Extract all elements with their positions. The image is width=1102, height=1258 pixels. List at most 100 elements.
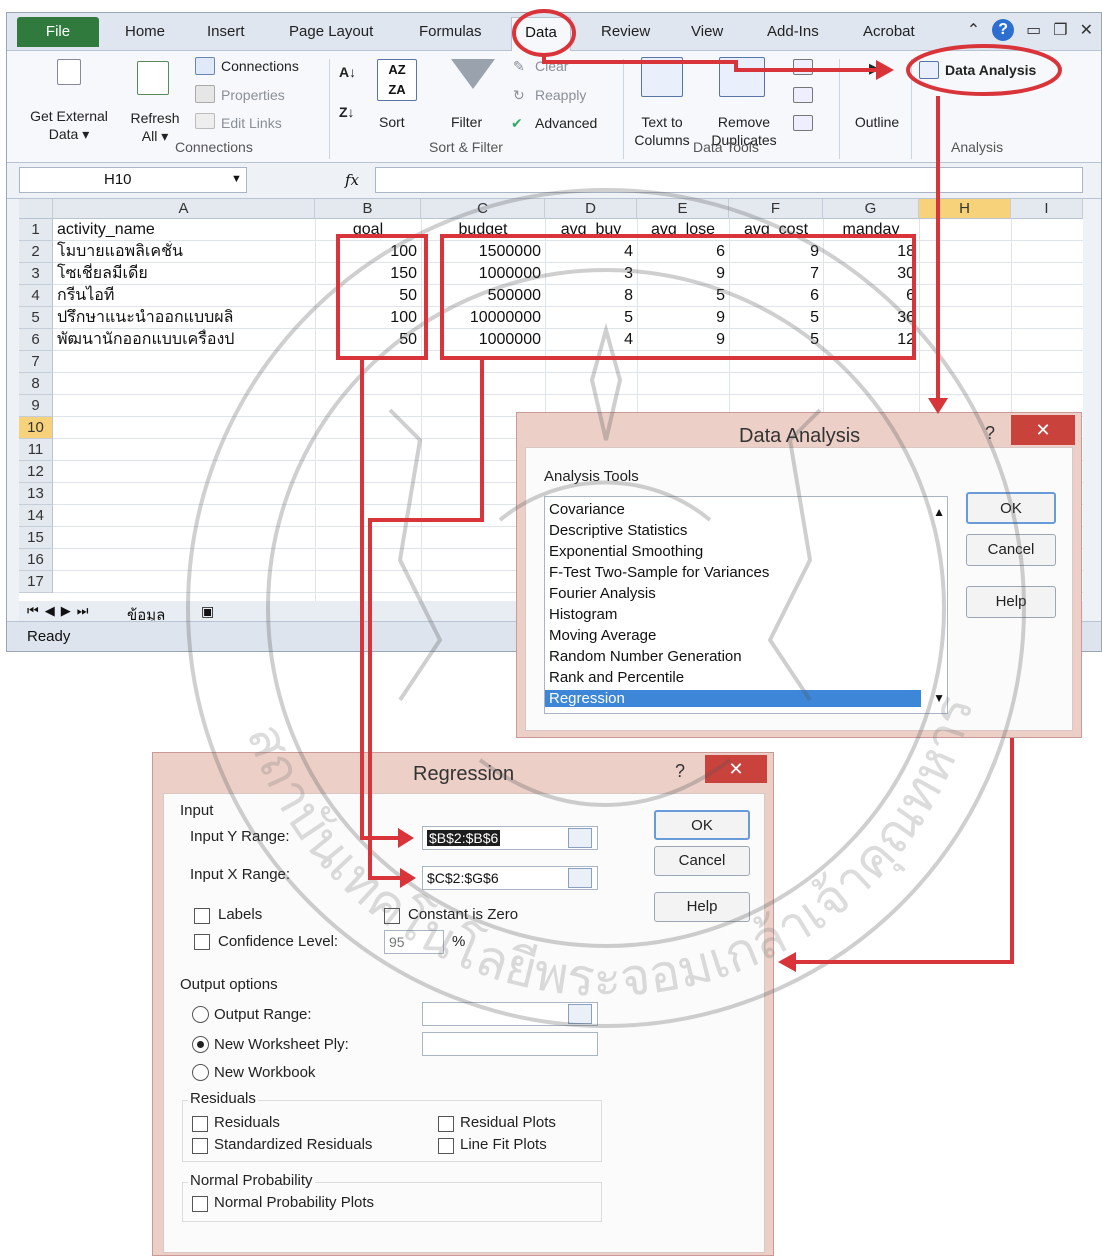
table-cell[interactable]: 4 <box>549 241 633 263</box>
tab-add-ins[interactable]: Add-Ins <box>767 23 819 40</box>
filter-button[interactable]: Filter <box>451 113 482 131</box>
table-cell[interactable]: 1500000 <box>425 241 541 263</box>
column-header[interactable]: F <box>729 199 823 219</box>
column-header[interactable]: B <box>315 199 421 219</box>
table-cell[interactable]: 8 <box>549 285 633 307</box>
row-header[interactable]: 17 <box>19 571 53 593</box>
column-header[interactable]: D <box>545 199 637 219</box>
table-cell[interactable]: 1000000 <box>425 329 541 351</box>
row-header[interactable]: 13 <box>19 483 53 505</box>
table-cell[interactable]: 5 <box>549 307 633 329</box>
what-if-analysis-icon[interactable] <box>793 115 813 131</box>
table-cell[interactable]: avg_lose <box>641 219 725 241</box>
row-header[interactable]: 15 <box>19 527 53 549</box>
table-cell[interactable]: avg_buy <box>549 219 633 241</box>
close-icon[interactable]: ✕ <box>705 755 767 783</box>
table-cell[interactable]: 5 <box>733 307 819 329</box>
range-picker-icon[interactable] <box>568 828 592 848</box>
column-header[interactable]: I <box>1011 199 1083 219</box>
analysis-tool-item[interactable]: F-Test Two-Sample for Variances <box>549 564 769 581</box>
insert-sheet-icon[interactable]: ▣ <box>201 603 214 620</box>
table-cell[interactable]: 6 <box>733 285 819 307</box>
row-header[interactable]: 10 <box>19 417 53 439</box>
help-icon[interactable]: ? <box>675 761 685 782</box>
reapply-button[interactable]: Reapply <box>535 86 586 104</box>
cancel-button[interactable]: Cancel <box>654 846 750 876</box>
column-header[interactable]: C <box>421 199 545 219</box>
row-header[interactable]: 12 <box>19 461 53 483</box>
ribbon-minimize-icon[interactable]: ⌃ <box>967 20 980 40</box>
help-button[interactable]: Help <box>654 892 750 922</box>
table-cell[interactable]: พัฒนานักออกแบบเครื่องป <box>57 329 311 351</box>
name-box-dropdown-icon[interactable]: ▼ <box>231 173 242 185</box>
table-cell[interactable]: 9 <box>733 241 819 263</box>
properties-button[interactable]: Properties <box>221 86 285 104</box>
ok-button[interactable]: OK <box>654 810 750 840</box>
table-cell[interactable]: 50 <box>319 285 417 307</box>
analysis-tool-item[interactable]: Descriptive Statistics <box>549 522 687 539</box>
sort-button[interactable]: Sort <box>379 113 405 131</box>
normal-probability-plots-checkbox[interactable] <box>192 1196 208 1212</box>
tab-view[interactable]: View <box>691 23 723 40</box>
tab-formulas[interactable]: Formulas <box>419 23 482 40</box>
row-header[interactable]: 11 <box>19 439 53 461</box>
table-cell[interactable]: 1000000 <box>425 263 541 285</box>
column-header[interactable]: E <box>637 199 729 219</box>
row-header[interactable]: 4 <box>19 285 53 307</box>
tab-acrobat[interactable]: Acrobat <box>863 23 915 40</box>
table-cell[interactable]: 6 <box>641 241 725 263</box>
residuals-checkbox[interactable] <box>192 1116 208 1132</box>
analysis-tool-item[interactable]: Covariance <box>549 501 625 518</box>
standardized-residuals-checkbox[interactable] <box>192 1138 208 1154</box>
column-header[interactable]: G <box>823 199 919 219</box>
tab-data[interactable]: Data <box>511 17 571 51</box>
close-icon[interactable]: ✕ <box>1011 415 1075 445</box>
ok-button[interactable]: OK <box>966 492 1056 524</box>
tab-review[interactable]: Review <box>601 23 650 40</box>
help-icon[interactable]: ? <box>992 19 1015 41</box>
range-picker-icon[interactable] <box>568 868 592 888</box>
minimize-icon[interactable]: ▭ <box>1026 20 1041 40</box>
analysis-tool-item[interactable]: Regression <box>545 690 921 707</box>
analysis-tool-item[interactable]: Fourier Analysis <box>549 585 656 602</box>
table-cell[interactable]: 30 <box>827 263 915 285</box>
analysis-tool-item[interactable]: Random Number Generation <box>549 648 742 665</box>
row-header[interactable]: 3 <box>19 263 53 285</box>
table-cell[interactable]: 100 <box>319 241 417 263</box>
table-cell[interactable]: 50 <box>319 329 417 351</box>
row-header[interactable]: 1 <box>19 219 53 241</box>
confidence-level-field[interactable]: 95 <box>384 930 444 954</box>
edit-links-button[interactable]: Edit Links <box>221 114 282 132</box>
restore-icon[interactable]: ❐ <box>1053 20 1067 40</box>
row-header[interactable]: 7 <box>19 351 53 373</box>
table-cell[interactable]: 150 <box>319 263 417 285</box>
table-cell[interactable]: 7 <box>733 263 819 285</box>
table-cell[interactable]: 9 <box>641 329 725 351</box>
confidence-level-checkbox[interactable] <box>194 934 210 950</box>
residual-plots-checkbox[interactable] <box>438 1116 454 1132</box>
analysis-tool-item[interactable]: Histogram <box>549 606 617 623</box>
output-range-radio[interactable] <box>192 1006 209 1023</box>
connections-button[interactable]: Connections <box>221 57 299 75</box>
get-external-data-button[interactable]: Get External Data ▾ <box>19 107 119 143</box>
table-cell[interactable]: 5 <box>641 285 725 307</box>
tab-insert[interactable]: Insert <box>207 23 245 40</box>
analysis-tool-item[interactable]: Exponential Smoothing <box>549 543 703 560</box>
table-cell[interactable]: 5 <box>733 329 819 351</box>
tab-page-layout[interactable]: Page Layout <box>289 23 373 40</box>
new-worksheet-ply-radio[interactable] <box>192 1036 209 1053</box>
labels-checkbox[interactable] <box>194 908 210 924</box>
clear-button[interactable]: Clear <box>535 57 568 75</box>
table-cell[interactable]: avg_cost <box>733 219 819 241</box>
fx-icon[interactable]: fx <box>345 171 359 189</box>
sort-ascending-icon[interactable]: A↓ <box>339 63 356 81</box>
table-cell[interactable]: 18 <box>827 241 915 263</box>
table-cell[interactable]: 10000000 <box>425 307 541 329</box>
table-cell[interactable]: 100 <box>319 307 417 329</box>
analysis-tool-item[interactable]: Moving Average <box>549 627 656 644</box>
select-all-corner[interactable] <box>19 199 53 219</box>
table-cell[interactable]: กรีนไอที <box>57 285 311 307</box>
table-cell[interactable]: activity_name <box>57 219 311 241</box>
column-header[interactable]: A <box>53 199 315 219</box>
table-cell[interactable]: budget <box>425 219 541 241</box>
